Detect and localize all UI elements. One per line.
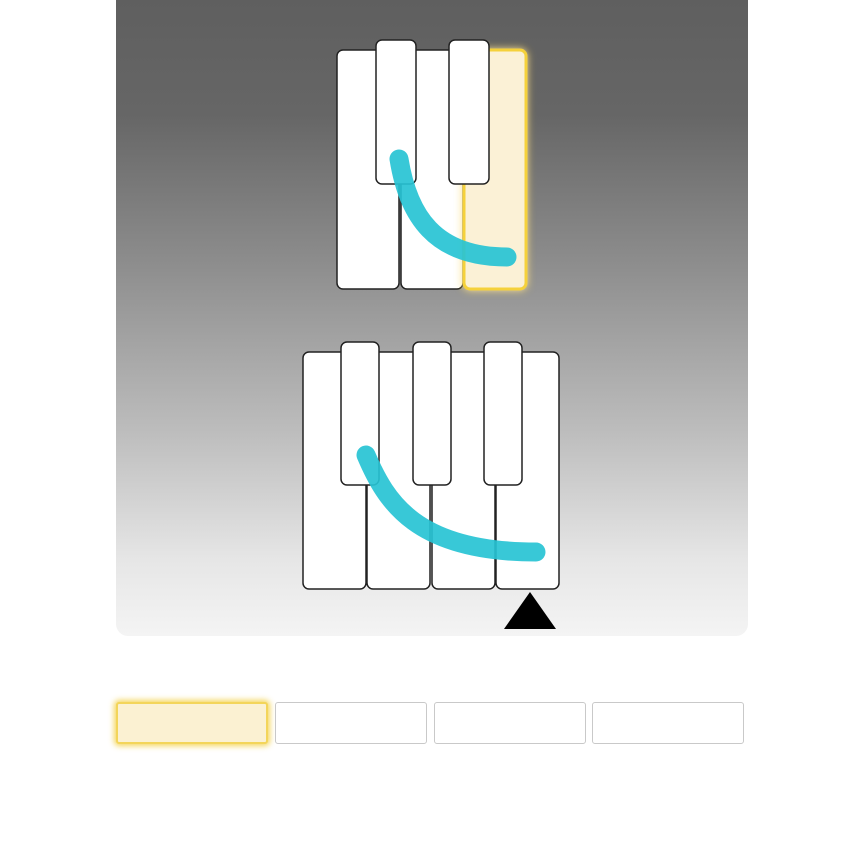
answer-slot-3[interactable] — [434, 702, 586, 744]
top-keyboard — [336, 39, 528, 291]
game-page — [0, 0, 864, 864]
answer-slot-1[interactable] — [116, 702, 268, 744]
puzzle-stage — [116, 0, 748, 636]
answer-choices — [116, 702, 748, 746]
bottom-black-key-2[interactable] — [412, 341, 452, 486]
bottom-keyboard — [302, 341, 560, 629]
bottom-black-key-3[interactable] — [483, 341, 523, 486]
top-black-key-2[interactable] — [448, 39, 490, 185]
keyboards-illustration — [302, 39, 560, 629]
triangle-up-icon — [504, 592, 556, 629]
answer-slot-2[interactable] — [275, 702, 427, 744]
answer-slot-4[interactable] — [592, 702, 744, 744]
